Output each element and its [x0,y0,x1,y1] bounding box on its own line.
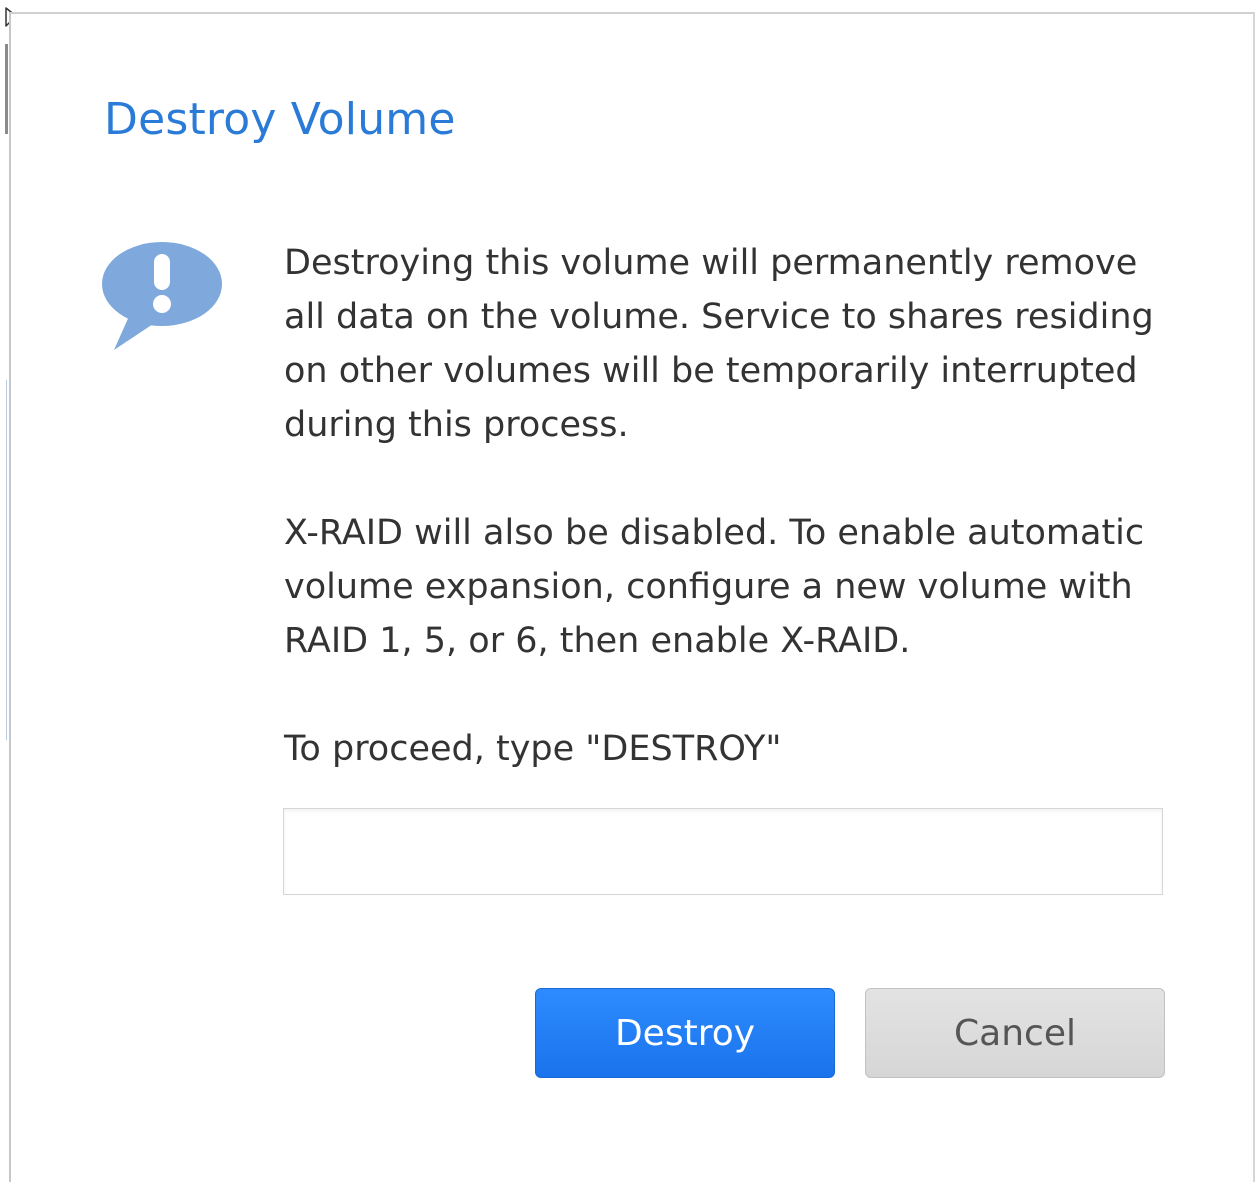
background-window-line [6,380,7,740]
warning-message: Destroying this volume will permanently … [284,243,1154,445]
confirm-prompt: To proceed, type "DESTROY" [284,729,782,769]
xraid-message: X-RAID will also be disabled. To enable … [284,513,1145,661]
dialog-title: Destroy Volume [104,94,456,145]
dialog-content: Destroying this volume will permanently … [284,236,1184,769]
alert-speech-bubble-icon [102,242,222,350]
cancel-button[interactable]: Cancel [865,988,1165,1078]
background-window-edge [5,44,8,134]
confirm-destroy-input[interactable] [283,808,1163,895]
destroy-button[interactable]: Destroy [535,988,835,1078]
